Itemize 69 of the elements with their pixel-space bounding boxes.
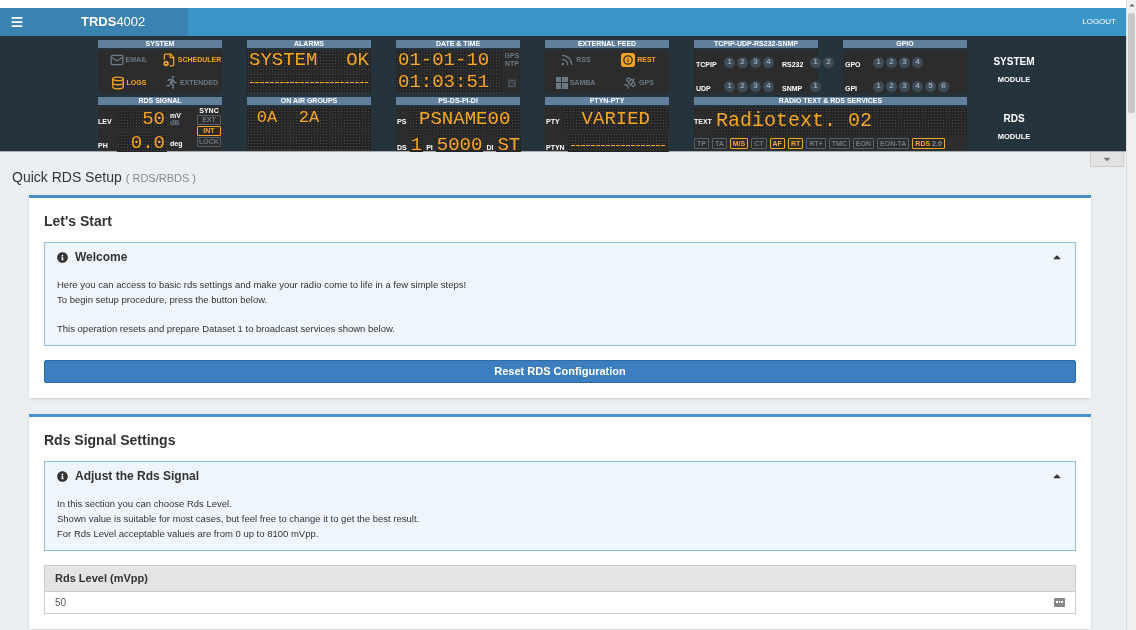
card-title: Let's Start xyxy=(44,212,113,231)
info-icon xyxy=(57,470,68,482)
dot-matrix-text: ST xyxy=(497,135,521,155)
scroll-up-icon[interactable] xyxy=(1127,1,1136,9)
channel-indicator: 2 xyxy=(737,56,748,68)
database-icon xyxy=(110,75,125,90)
dot-matrix-text: PSNAME00 xyxy=(419,109,511,129)
channel-indicator: 3 xyxy=(750,80,761,92)
channel-indicator: 1 xyxy=(724,56,735,68)
reset-button[interactable]: Reset RDS Configuration xyxy=(44,360,1076,383)
field-label: Rds Level (mVpp) xyxy=(45,566,1075,591)
dot-matrix-text: Radiotext. 02 xyxy=(715,111,872,131)
menu-icon[interactable] xyxy=(10,15,24,29)
channel-indicator: 1 xyxy=(724,80,735,92)
channel-indicator: 2 xyxy=(737,80,748,92)
channel-indicator: 3 xyxy=(899,80,910,92)
info-text: Shown value is suitable for most cases, but feel free to change it to get the best result. xyxy=(57,512,421,526)
dot-matrix-text: 0A xyxy=(256,108,278,126)
dot-matrix-text: OK xyxy=(346,50,369,70)
rss-icon xyxy=(560,53,575,68)
info-text: In this section you can choose Rds Level. xyxy=(57,497,233,511)
channel-indicator: 6 xyxy=(938,80,949,92)
dot-matrix-text: 01-01-10 xyxy=(398,50,490,70)
dot-matrix-text: 2A xyxy=(298,108,320,126)
module-name: RDS xyxy=(1003,111,1025,126)
info-text: Here you can access to basic rds settings and make your radio come to life in a few simple steps! xyxy=(57,278,468,292)
dot-matrix-text: 5000 xyxy=(436,135,483,155)
channel-indicator: 2 xyxy=(823,56,834,68)
dot-matrix-text: 50 xyxy=(142,109,165,129)
channel-indicator: 4 xyxy=(763,56,774,68)
channel-indicator: 3 xyxy=(899,56,910,68)
dashboard-toggle[interactable] xyxy=(1090,152,1124,167)
info-title: Adjust the Rds Signal xyxy=(75,468,199,485)
document-gear-icon xyxy=(161,53,176,68)
channel-indicator: 4 xyxy=(912,56,923,68)
envelope-icon xyxy=(109,53,124,68)
channel-indicator: 4 xyxy=(912,80,923,92)
channel-indicator: 5 xyxy=(925,80,936,92)
ellipsis-icon[interactable] xyxy=(1054,597,1065,607)
runner-icon xyxy=(164,76,178,90)
info-text: For Rds Level acceptable values are from 0 up to 8100 mVpp. xyxy=(57,527,320,541)
channel-indicator: 1 xyxy=(810,80,821,92)
info-icon xyxy=(621,53,636,68)
dot-matrix-text: 01:03:51 xyxy=(398,73,490,93)
page-title: Quick RDS Setup xyxy=(12,168,122,187)
info-text: To begin setup procedure, press the button below. xyxy=(57,293,269,307)
card-title: Rds Signal Settings xyxy=(44,431,177,450)
scrollbar-thumb[interactable] xyxy=(1128,13,1135,113)
info-text: This operation resets and prepare Dataset 1 to broadcast services shown below. xyxy=(57,322,396,336)
satellite-icon xyxy=(623,75,638,90)
info-icon xyxy=(57,251,68,263)
channel-indicator: 1 xyxy=(873,56,884,68)
alarm-clock-icon xyxy=(507,77,517,88)
module-name: SYSTEM xyxy=(993,54,1035,69)
windows-icon xyxy=(555,76,568,89)
channel-indicator: 2 xyxy=(886,80,897,92)
channel-indicator: 2 xyxy=(886,56,897,68)
channel-indicator: 4 xyxy=(763,80,774,92)
channel-indicator: 3 xyxy=(750,56,761,68)
dot-matrix-text: 1 xyxy=(410,135,423,155)
page-subtitle: ( RDS/RBDS ) xyxy=(125,171,196,186)
info-title: Welcome xyxy=(75,249,128,266)
dot-matrix-text: 0.0 xyxy=(130,133,165,153)
channel-indicator: 1 xyxy=(810,56,821,68)
dot-matrix-text: SYSTEM xyxy=(249,50,318,70)
logout-link[interactable]: LOGOUT xyxy=(1082,16,1116,28)
channel-indicator: 1 xyxy=(873,80,884,92)
dot-matrix-text: VARIED xyxy=(581,109,650,129)
scrollbar[interactable] xyxy=(1126,0,1136,630)
